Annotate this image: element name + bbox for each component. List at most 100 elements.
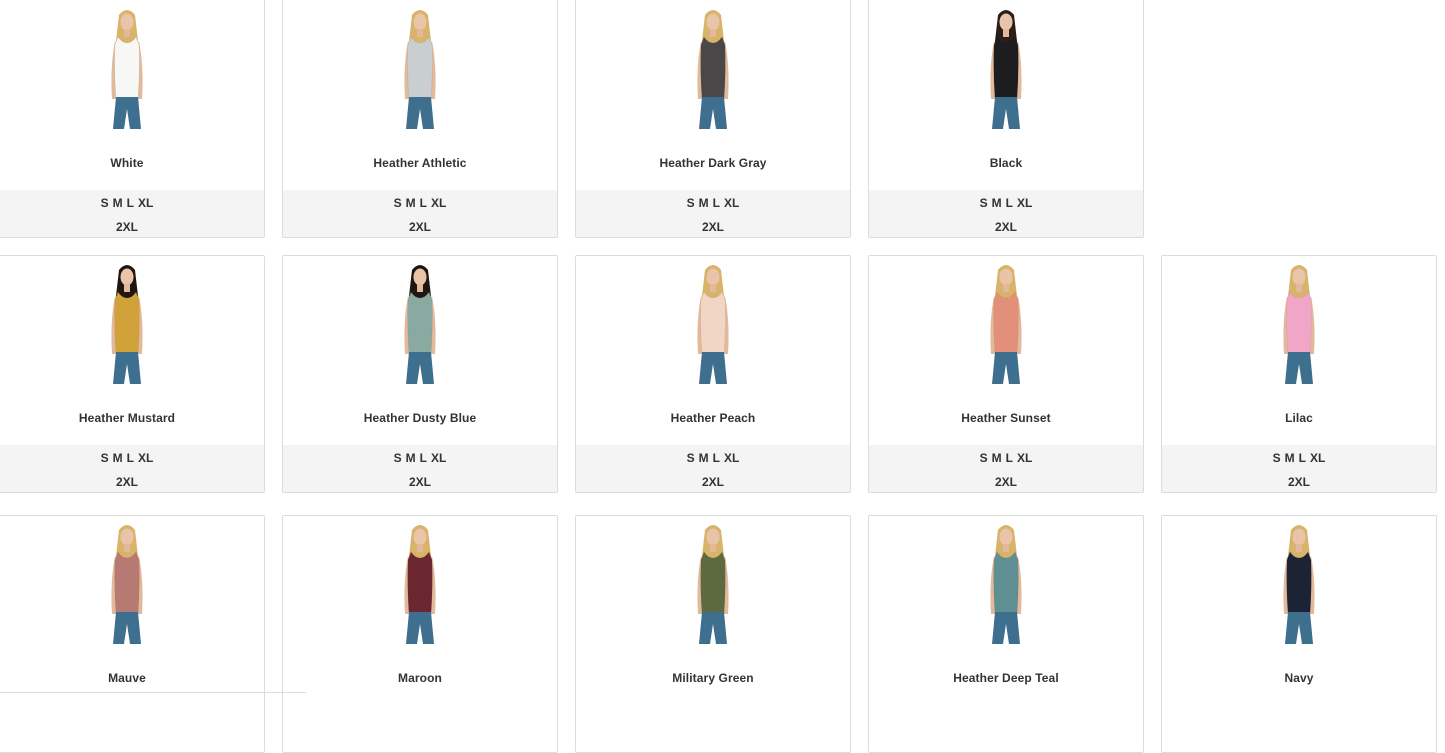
product-card-mauve[interactable]: Mauve	[0, 515, 265, 753]
product-image[interactable]	[0, 262, 264, 388]
product-card-military-green[interactable]: Military Green	[575, 515, 851, 753]
product-image[interactable]	[869, 262, 1143, 388]
size-option-l[interactable]: L	[420, 196, 427, 210]
size-row: S M L XL	[283, 196, 557, 210]
tank-top	[407, 551, 433, 615]
size-option-2xl[interactable]: 2XL	[283, 475, 557, 489]
size-option-s[interactable]: S	[980, 451, 988, 465]
size-option-xl[interactable]: XL	[431, 196, 446, 210]
size-option-s[interactable]: S	[687, 196, 695, 210]
product-image[interactable]	[1162, 522, 1436, 648]
size-option-s[interactable]: S	[101, 451, 109, 465]
size-row: S M L XL	[869, 196, 1143, 210]
product-image[interactable]	[869, 522, 1143, 648]
size-option-m[interactable]: M	[406, 196, 416, 210]
size-option-2xl[interactable]: 2XL	[0, 475, 264, 489]
size-option-xl[interactable]: XL	[431, 451, 446, 465]
product-image[interactable]	[283, 522, 557, 648]
product-color-name: Heather Dark Gray	[659, 156, 767, 170]
size-option-xl[interactable]: XL	[1310, 451, 1325, 465]
size-option-2xl[interactable]: 2XL	[0, 220, 264, 234]
size-option-s[interactable]: S	[394, 451, 402, 465]
size-option-l[interactable]: L	[1006, 451, 1013, 465]
face	[1292, 528, 1306, 546]
size-option-m[interactable]: M	[699, 196, 709, 210]
product-image[interactable]	[869, 7, 1143, 133]
tank-top	[114, 36, 140, 100]
size-option-l[interactable]: L	[127, 196, 134, 210]
size-option-l[interactable]: L	[420, 451, 427, 465]
size-option-2xl[interactable]: 2XL	[869, 220, 1143, 234]
product-card-lilac[interactable]: Lilac S M L XL 2XL	[1161, 255, 1437, 493]
size-option-xl[interactable]: XL	[1017, 196, 1032, 210]
product-image[interactable]	[283, 262, 557, 388]
size-option-2xl[interactable]: 2XL	[576, 475, 850, 489]
neck	[1003, 544, 1009, 552]
size-option-xl[interactable]: XL	[138, 451, 153, 465]
tank-top	[700, 291, 726, 355]
product-card-heather-deep-teal[interactable]: Heather Deep Teal	[868, 515, 1144, 753]
jeans	[699, 612, 727, 644]
size-option-l[interactable]: L	[713, 451, 720, 465]
size-option-s[interactable]: S	[101, 196, 109, 210]
tank-top	[993, 291, 1019, 355]
size-option-s[interactable]: S	[394, 196, 402, 210]
product-image[interactable]	[0, 522, 264, 648]
product-card-navy[interactable]: Navy	[1161, 515, 1437, 753]
size-option-2xl[interactable]: 2XL	[1162, 475, 1436, 489]
size-option-m[interactable]: M	[113, 451, 123, 465]
product-card-heather-sunset[interactable]: Heather Sunset S M L XL 2XL	[868, 255, 1144, 493]
size-option-s[interactable]: S	[980, 196, 988, 210]
neck	[417, 284, 423, 292]
neck	[124, 29, 130, 37]
product-card-heather-athletic[interactable]: Heather Athletic S M L XL 2XL	[282, 0, 558, 238]
product-image[interactable]	[1162, 262, 1436, 388]
size-option-m[interactable]: M	[1285, 451, 1295, 465]
product-photo	[111, 525, 143, 644]
product-card-heather-dark-gray[interactable]: Heather Dark Gray S M L XL 2XL	[575, 0, 851, 238]
tank-top	[407, 291, 433, 355]
neck	[417, 544, 423, 552]
jeans	[1285, 352, 1313, 384]
size-list: S M L XL 2XL	[0, 190, 264, 237]
product-card-heather-peach[interactable]: Heather Peach S M L XL 2XL	[575, 255, 851, 493]
size-option-l[interactable]: L	[713, 196, 720, 210]
face	[706, 268, 720, 286]
product-image[interactable]	[283, 7, 557, 133]
size-option-xl[interactable]: XL	[1017, 451, 1032, 465]
product-photo	[404, 525, 436, 644]
product-card-white[interactable]: White S M L XL 2XL	[0, 0, 265, 238]
product-photo	[1283, 265, 1315, 384]
product-photo	[404, 265, 436, 384]
product-card-black[interactable]: Black S M L XL 2XL	[868, 0, 1144, 238]
size-option-m[interactable]: M	[992, 196, 1002, 210]
size-option-m[interactable]: M	[992, 451, 1002, 465]
product-image[interactable]	[0, 7, 264, 133]
size-option-xl[interactable]: XL	[138, 196, 153, 210]
product-card-maroon[interactable]: Maroon	[282, 515, 558, 753]
size-option-2xl[interactable]: 2XL	[576, 220, 850, 234]
product-card-heather-dusty-blue[interactable]: Heather Dusty Blue S M L XL 2XL	[282, 255, 558, 493]
size-option-2xl[interactable]: 2XL	[869, 475, 1143, 489]
size-option-m[interactable]: M	[113, 196, 123, 210]
product-color-name: Black	[989, 156, 1023, 170]
product-image[interactable]	[576, 522, 850, 648]
size-option-m[interactable]: M	[699, 451, 709, 465]
product-card-heather-mustard[interactable]: Heather Mustard S M L XL 2XL	[0, 255, 265, 493]
product-photo	[990, 265, 1022, 384]
size-option-s[interactable]: S	[1273, 451, 1281, 465]
size-option-xl[interactable]: XL	[724, 196, 739, 210]
product-color-name: Heather Peach	[670, 411, 756, 425]
size-option-l[interactable]: L	[1006, 196, 1013, 210]
jeans	[113, 612, 141, 644]
size-option-l[interactable]: L	[127, 451, 134, 465]
product-photo	[697, 10, 729, 129]
size-option-s[interactable]: S	[687, 451, 695, 465]
size-option-l[interactable]: L	[1299, 451, 1306, 465]
product-image[interactable]	[576, 7, 850, 133]
size-option-xl[interactable]: XL	[724, 451, 739, 465]
product-color-name: Military Green	[672, 671, 754, 685]
size-option-2xl[interactable]: 2XL	[283, 220, 557, 234]
size-option-m[interactable]: M	[406, 451, 416, 465]
product-image[interactable]	[576, 262, 850, 388]
